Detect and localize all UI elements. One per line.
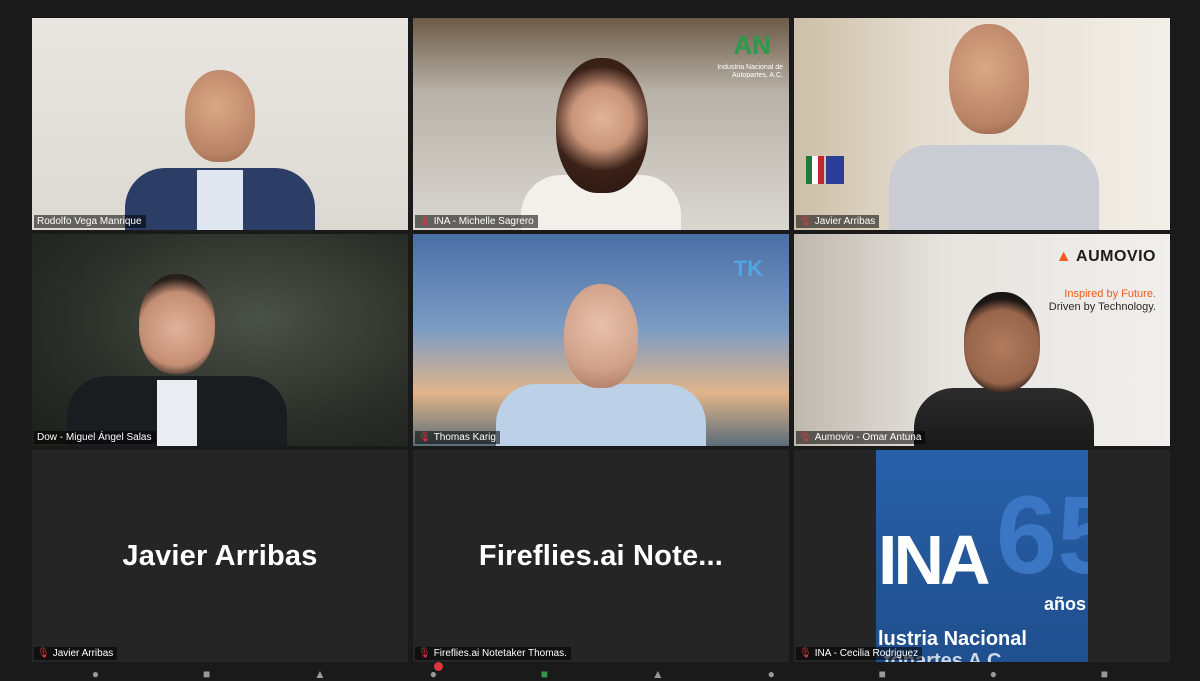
chat-icon[interactable]: ■: [541, 668, 548, 680]
mic-muted-icon: 🎙︎: [418, 648, 431, 659]
video-tile-fireflies[interactable]: Fireflies.ai Note... 🎙︎ Fireflies.ai Not…: [413, 450, 789, 662]
video-feed: [794, 18, 1170, 230]
eu-flag-icon: [826, 156, 844, 184]
participant-video: [879, 18, 1109, 230]
mic-muted-icon: 🎙︎: [418, 216, 431, 227]
apps-icon[interactable]: ●: [990, 668, 997, 680]
participant-video: [105, 18, 335, 230]
an-logo-subtitle: Industria Nacional de Autopartes, A.C.: [717, 64, 783, 79]
video-grid: Rodolfo Vega Manrique AN Industria Nacio…: [0, 0, 1200, 680]
participant-name-label: 🎙︎ Javier Arribas: [34, 647, 118, 660]
participant-name-label: 🎙︎ Aumovio - Omar Antuna: [796, 431, 926, 444]
participant-name-label: 🎙︎ Fireflies.ai Notetaker Thomas.: [415, 647, 571, 660]
participant-video: [67, 234, 317, 446]
participant-name-label: 🎙︎ INA - Cecilia Rodriguez: [796, 647, 923, 660]
video-feed: [32, 234, 408, 446]
video-tile-michelle[interactable]: AN Industria Nacional de Autopartes, A.C…: [413, 18, 789, 230]
participant-video: [501, 18, 701, 230]
video-tile-omar[interactable]: ▲ AUMOVIO Inspired by Future. Driven by T…: [794, 234, 1170, 446]
participant-name-label: Dow - Miguel Ángel Salas: [34, 431, 156, 444]
mic-muted-icon: 🎙︎: [799, 648, 812, 659]
participant-name-label: 🎙︎ INA - Michelle Sagrero: [415, 215, 538, 228]
mic-muted-icon: 🎙︎: [799, 432, 812, 443]
video-feed: TK: [413, 234, 789, 446]
participant-display-name: Javier Arribas: [122, 539, 318, 572]
share-screen-icon[interactable]: ▲: [652, 668, 664, 680]
mexico-flag-icon: [806, 156, 824, 184]
mic-muted-icon: 🎙︎: [37, 648, 50, 659]
video-icon[interactable]: ■: [203, 668, 210, 680]
video-feed: ▲ AUMOVIO Inspired by Future. Driven by T…: [794, 234, 1170, 446]
reactions-icon[interactable]: ■: [879, 668, 886, 680]
participant-name-label: 🎙︎ Thomas Karig: [415, 431, 500, 444]
video-tile-javier-off[interactable]: Javier Arribas 🎙︎ Javier Arribas: [32, 450, 408, 662]
security-icon[interactable]: ▲: [314, 668, 326, 680]
tk-logo: TK: [733, 256, 763, 281]
mic-muted-icon: 🎙︎: [418, 432, 431, 443]
an-logo: AN: [733, 30, 771, 60]
video-feed: AN Industria Nacional de Autopartes, A.C…: [413, 18, 789, 230]
video-tile-rodolfo[interactable]: Rodolfo Vega Manrique: [32, 18, 408, 230]
participant-video: [486, 234, 716, 446]
notification-badge: [433, 662, 443, 671]
video-tile-thomas[interactable]: TK 🎙︎ Thomas Karig: [413, 234, 789, 446]
participant-name-label: Rodolfo Vega Manrique: [34, 215, 146, 228]
record-icon[interactable]: ●: [768, 668, 775, 680]
video-feed: [32, 18, 408, 230]
video-tile-cecilia[interactable]: 65 INA años lustria Nacional tonartes A …: [794, 450, 1170, 662]
participant-name-label: 🎙︎ Javier Arribas: [796, 215, 880, 228]
participants-icon[interactable]: ●: [430, 662, 443, 680]
mic-muted-icon: 🎙︎: [799, 216, 812, 227]
meeting-toolbar: ● ■ ▲ ● ■ ▲ ● ■ ● ■: [0, 662, 1200, 680]
more-icon[interactable]: ■: [1101, 668, 1108, 680]
mic-icon[interactable]: ●: [92, 668, 99, 680]
video-tile-javier[interactable]: 🎙︎ Javier Arribas: [794, 18, 1170, 230]
participant-display-name: Fireflies.ai Note...: [478, 539, 724, 572]
ina-65-logo: 65 INA años lustria Nacional tonartes A …: [876, 450, 1088, 662]
video-tile-miguel[interactable]: Dow - Miguel Ángel Salas: [32, 234, 408, 446]
participant-video: [904, 234, 1104, 446]
